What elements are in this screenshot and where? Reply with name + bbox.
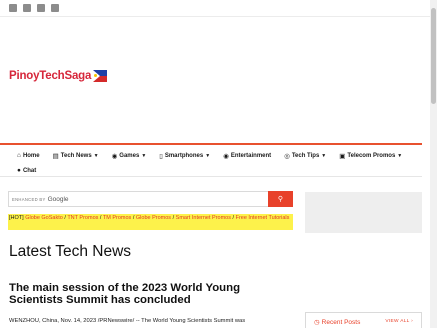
card-icon: ▣ xyxy=(339,152,346,160)
nav-home-label: Home xyxy=(22,152,40,159)
nav-tech-news-label: Tech News xyxy=(60,152,92,159)
site-logo[interactable]: PinoyTechSaga xyxy=(9,70,108,82)
caret-down-icon: ▼ xyxy=(205,152,211,159)
hot-tag: [HOT] xyxy=(9,215,24,221)
scrollbar-thumb[interactable] xyxy=(431,8,436,104)
recent-posts-widget: ◷ Recent Posts VIEW ALL › xyxy=(305,312,422,328)
nav-games-label: Games xyxy=(119,152,140,159)
promo-link[interactable]: Globe GoSakto xyxy=(25,215,63,221)
article-excerpt: WENZHOU, China, Nov. 14, 2023 /PRNewswir… xyxy=(9,318,246,324)
newspaper-icon: ▤ xyxy=(52,152,59,160)
social-icons xyxy=(9,4,59,12)
sidebar-ad-placeholder xyxy=(305,192,422,233)
play-circle-icon: ◉ xyxy=(223,152,229,160)
caret-down-icon: ▼ xyxy=(397,152,403,159)
users-icon: ● xyxy=(17,167,21,174)
youtube-icon[interactable] xyxy=(51,4,59,12)
view-all-link[interactable]: VIEW ALL › xyxy=(385,319,413,324)
nav-chat[interactable]: ● Chat xyxy=(17,167,36,174)
google-search-branding: ENHANCED BY Google xyxy=(12,196,69,203)
facebook-icon[interactable] xyxy=(9,4,17,12)
search-icon: ⚲ xyxy=(277,196,284,203)
flag-icon xyxy=(93,70,108,82)
nav-games[interactable]: ◉ Games ▼ xyxy=(112,152,147,160)
nav-smartphones-label: Smartphones xyxy=(164,152,204,159)
scrollbar[interactable] xyxy=(430,0,437,328)
promo-link[interactable]: TM Promos xyxy=(103,215,131,221)
nav-chat-label: Chat xyxy=(22,167,37,174)
logo-text: PinoyTechSaga xyxy=(9,70,92,82)
search-box: ENHANCED BY Google xyxy=(8,191,293,207)
instagram-icon[interactable] xyxy=(37,4,45,12)
nav-entertainment[interactable]: ◉ Entertainment xyxy=(223,152,271,160)
nav-tech-news[interactable]: ▤ Tech News ▼ xyxy=(53,152,99,160)
nav-tech-tips[interactable]: ◎ Tech Tips ▼ xyxy=(284,152,326,160)
clock-icon: ◷ xyxy=(314,319,320,326)
nav-smartphones[interactable]: ▯ Smartphones ▼ xyxy=(159,152,210,160)
recent-posts-label: Recent Posts xyxy=(321,318,361,326)
nav-tech-tips-label: Tech Tips xyxy=(291,152,320,159)
top-bar xyxy=(0,0,430,17)
main-nav: ⌂ Home ▤ Tech News ▼ ◉ Games ▼ ▯ Smartph… xyxy=(0,143,422,177)
nav-telecom-promos-label: Telecom Promos xyxy=(347,152,396,159)
article-title[interactable]: The main session of the 2023 World Young… xyxy=(9,282,289,307)
gamepad-icon: ◉ xyxy=(111,152,118,160)
section-title: Latest Tech News xyxy=(9,243,132,260)
search-button[interactable]: ⚲ xyxy=(268,191,293,207)
search-input[interactable] xyxy=(69,193,269,205)
promo-links-bar: [HOT] Globe GoSakto / TNT Promos / TM Pr… xyxy=(8,214,293,230)
twitter-icon[interactable] xyxy=(23,4,31,12)
nav-home[interactable]: ⌂ Home xyxy=(17,152,40,159)
caret-down-icon: ▼ xyxy=(93,152,99,159)
recent-posts-title: ◷ Recent Posts xyxy=(314,318,361,327)
home-icon: ⌂ xyxy=(17,152,21,159)
promo-link[interactable]: TNT Promos xyxy=(67,215,98,221)
nav-telecom-promos[interactable]: ▣ Telecom Promos ▼ xyxy=(339,152,402,160)
lightbulb-icon: ◎ xyxy=(284,152,290,160)
promo-link[interactable]: Globe Promos xyxy=(136,215,171,221)
caret-down-icon: ▼ xyxy=(141,152,147,159)
promo-link[interactable]: Free Internet Tutorials xyxy=(236,215,290,221)
promo-link[interactable]: Smart Internet Promos xyxy=(176,215,231,221)
nav-entertainment-label: Entertainment xyxy=(230,152,272,159)
caret-down-icon: ▼ xyxy=(321,152,327,159)
mobile-icon: ▯ xyxy=(159,152,163,160)
